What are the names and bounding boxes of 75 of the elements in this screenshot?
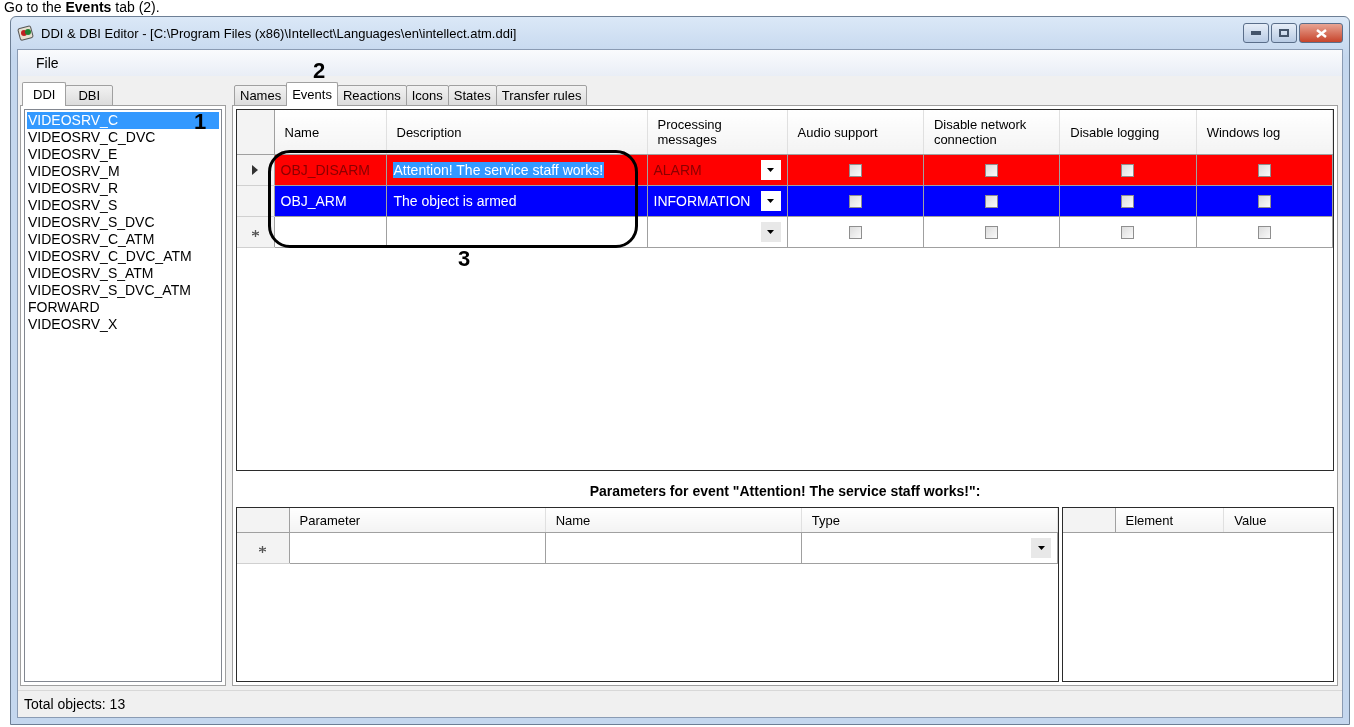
tab[interactable]: DBI xyxy=(65,85,114,106)
column-header: Element xyxy=(1115,508,1224,533)
column-header: Processing messages xyxy=(647,110,787,155)
list-item[interactable]: VIDEOSRV_X xyxy=(27,316,219,333)
table-cell: The object is armed xyxy=(386,185,647,217)
dropdown-cell[interactable] xyxy=(801,532,1058,564)
dropdown-caret-icon xyxy=(767,168,774,172)
checkbox[interactable] xyxy=(848,163,862,177)
maximize-button[interactable] xyxy=(1271,23,1297,43)
list-item[interactable]: VIDEOSRV_C_ATM xyxy=(27,231,219,248)
close-button[interactable] xyxy=(1299,23,1343,43)
dropdown-button[interactable] xyxy=(760,160,781,180)
dropdown-button[interactable] xyxy=(760,222,781,242)
table-cell: Attention! The service staff works! xyxy=(386,154,647,186)
new-row-icon xyxy=(259,545,267,553)
column-header: Name xyxy=(545,508,802,533)
list-item[interactable]: VIDEOSRV_S_ATM xyxy=(27,265,219,282)
dropdown-caret-icon xyxy=(767,230,774,234)
checkbox[interactable] xyxy=(1121,163,1135,177)
dropdown-button[interactable] xyxy=(760,191,781,211)
tab[interactable]: Reactions xyxy=(336,85,407,106)
tab[interactable]: Icons xyxy=(405,85,449,106)
checkbox[interactable] xyxy=(1121,225,1135,239)
status-bar: Total objects: 13 xyxy=(18,690,1342,717)
table-cell: OBJ_DISARM xyxy=(274,154,386,186)
current-row-icon xyxy=(252,164,259,175)
column-header: Type xyxy=(801,508,1058,533)
checkbox[interactable] xyxy=(985,163,999,177)
tab[interactable]: DDI xyxy=(22,82,67,106)
list-item[interactable]: VIDEOSRV_R xyxy=(27,180,219,197)
checkbox[interactable] xyxy=(985,194,999,208)
instruction-text: Go to the Events tab (2). xyxy=(3,0,161,16)
tab[interactable]: Transfer rules xyxy=(495,85,588,106)
minimize-icon xyxy=(1251,31,1261,35)
checkbox[interactable] xyxy=(848,225,862,239)
list-item[interactable]: VIDEOSRV_M xyxy=(27,163,219,180)
annotation-number: 2 xyxy=(313,60,326,82)
column-header: Description xyxy=(386,110,647,155)
checkbox[interactable] xyxy=(1257,225,1271,239)
menu-item[interactable]: File xyxy=(28,55,67,71)
list-item[interactable]: VIDEOSRV_E xyxy=(27,146,219,163)
tab[interactable]: Names xyxy=(234,85,288,106)
column-header: Value xyxy=(1223,508,1333,533)
dropdown-cell[interactable]: INFORMATION xyxy=(647,185,787,217)
list-item[interactable]: VIDEOSRV_S_DVC_ATM xyxy=(27,282,219,299)
list-item[interactable]: FORWARD xyxy=(27,299,219,316)
checkbox[interactable] xyxy=(1257,194,1271,208)
column-header: Windows log xyxy=(1196,110,1333,155)
close-icon xyxy=(1315,28,1327,38)
annotation-number: 3 xyxy=(458,248,471,270)
column-header: Audio support xyxy=(787,110,924,155)
checkbox[interactable] xyxy=(985,225,999,239)
column-header: Name xyxy=(274,110,386,155)
list-item[interactable]: VIDEOSRV_S xyxy=(27,197,219,214)
table-cell: OBJ_ARM xyxy=(274,185,386,217)
tab[interactable]: Events xyxy=(286,82,338,106)
dropdown-caret-icon xyxy=(767,199,774,203)
checkbox[interactable] xyxy=(1257,163,1271,177)
checkbox[interactable] xyxy=(1121,194,1135,208)
checkbox[interactable] xyxy=(848,194,862,208)
list-item[interactable]: VIDEOSRV_C_DVC_ATM xyxy=(27,248,219,265)
maximize-icon xyxy=(1279,29,1289,37)
column-header: Disable network connection xyxy=(923,110,1060,155)
dropdown-button[interactable] xyxy=(1031,538,1051,558)
minimize-button[interactable] xyxy=(1243,23,1269,43)
tab[interactable]: States xyxy=(447,85,497,106)
dropdown-cell[interactable] xyxy=(647,216,787,248)
app-icon xyxy=(17,25,35,41)
column-header: Parameter xyxy=(289,508,546,533)
window-title: DDI & DBI Editor - [C:\Program Files (x86)\Intellect\Languages\en\intellect.atm.ddi] xyxy=(41,25,517,41)
dropdown-caret-icon xyxy=(1037,546,1045,550)
new-row-icon xyxy=(251,229,259,237)
list-item[interactable]: VIDEOSRV_S_DVC xyxy=(27,214,219,231)
column-header: Disable logging xyxy=(1059,110,1197,155)
parameters-title: Parameters for event "Attention! The service staff works!": xyxy=(588,482,982,501)
